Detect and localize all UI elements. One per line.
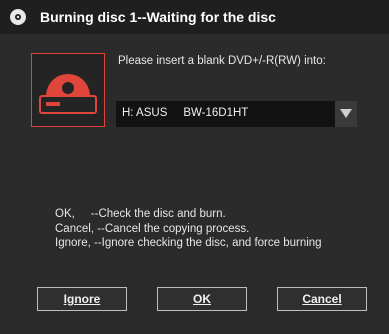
cancel-button[interactable]: Cancel <box>277 287 367 311</box>
insert-disc-prompt: Please insert a blank DVD+/-R(RW) into: <box>118 55 326 67</box>
ok-button-label: OK <box>193 292 211 306</box>
help-line-ok: OK, --Check the disc and burn. <box>55 208 226 220</box>
burn-dialog: Burning disc 1--Waiting for the disc Ple… <box>0 0 389 334</box>
optical-drive-icon <box>31 53 105 127</box>
disc-icon <box>10 9 26 25</box>
cancel-button-label: Cancel <box>302 292 342 306</box>
help-text: OK, --Check the disc and burn. Cancel, --… <box>55 207 322 251</box>
help-line-cancel: Cancel, --Cancel the copying process. <box>55 222 250 235</box>
drive-select[interactable]: H: ASUS BW-16D1HT <box>116 101 357 127</box>
ignore-button-label: Ignore <box>63 292 101 306</box>
ok-button[interactable]: OK <box>157 287 247 311</box>
title-bar: Burning disc 1--Waiting for the disc <box>0 0 389 34</box>
chevron-down-icon <box>340 109 352 118</box>
ignore-button[interactable]: Ignore <box>37 287 127 311</box>
help-line-ignore: Ignore, --Ignore checking the disc, and … <box>55 237 322 249</box>
window-title: Burning disc 1--Waiting for the disc <box>40 9 276 25</box>
dropdown-button[interactable] <box>335 101 357 127</box>
drive-select-value: H: ASUS BW-16D1HT <box>122 107 249 119</box>
